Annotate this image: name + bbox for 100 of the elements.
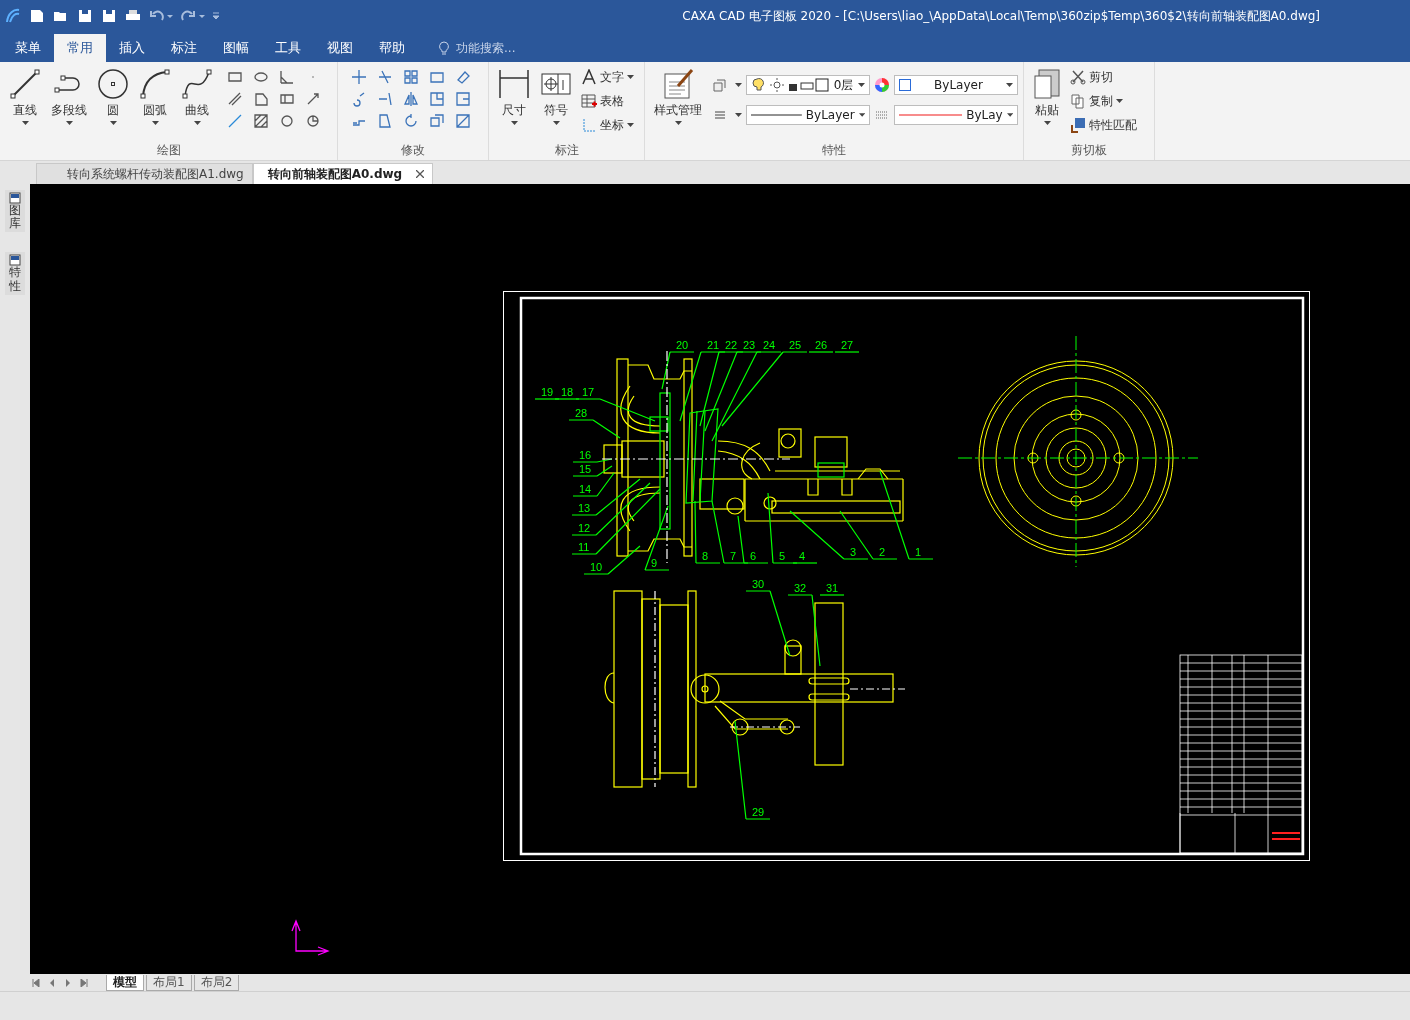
copy-icon	[1070, 93, 1086, 109]
part-number: 8	[702, 550, 709, 562]
save-all-icon[interactable]	[100, 7, 118, 25]
close-icon[interactable]	[416, 170, 425, 178]
side-panel-tab[interactable]: 图库	[5, 190, 25, 233]
previous-page-icon[interactable]	[48, 978, 56, 987]
layer-state-icon	[751, 77, 829, 93]
group-title: 特性	[821, 142, 847, 159]
lineweight-dropdown[interactable]: ByLay	[894, 105, 1018, 125]
lightbulb-icon	[438, 41, 450, 55]
ribbon-tab[interactable]: 图幅	[210, 34, 262, 62]
part-number: 9	[651, 557, 658, 569]
line-sample-icon	[751, 113, 802, 117]
ribbon-tab[interactable]: 菜单	[2, 34, 54, 62]
part-number: 2	[879, 546, 886, 558]
layout-tab[interactable]: 布局1	[146, 974, 192, 991]
caret-icon	[1043, 121, 1051, 125]
layout-tab[interactable]: 布局2	[193, 974, 240, 991]
part-number: 11	[578, 541, 590, 553]
save-icon[interactable]	[76, 7, 94, 25]
ribbon-tab[interactable]: 插入	[106, 34, 158, 62]
ribbon-tab[interactable]: 帮助	[366, 34, 418, 62]
caret-icon	[1006, 113, 1013, 117]
symbol-button[interactable]: 符号	[537, 66, 575, 142]
part-number: 15	[579, 463, 592, 475]
letter-icon	[581, 69, 597, 85]
draw-tool-button[interactable]: 圆弧	[136, 66, 174, 142]
style-manager-button[interactable]: 样式管理	[651, 66, 705, 142]
last-page-icon[interactable]	[80, 978, 88, 987]
color-wheel-icon[interactable]	[874, 77, 890, 93]
part-number: 18	[561, 386, 574, 398]
part-number: 5	[779, 550, 786, 562]
part-number: 23	[743, 339, 756, 351]
linetype-dropdown[interactable]: ByLayer	[746, 105, 870, 125]
feature-search-field[interactable]: 功能搜索...	[456, 39, 516, 57]
window-title: CAXA CAD 电子图板 2020 - [C:\Users\liao_\AppData\Local\Temp\360zip$Temp\360$2\转向前轴装配图A0.dwg]	[682, 7, 1320, 25]
caret-icon	[193, 121, 201, 125]
properties-icon	[9, 254, 21, 267]
ribbon-tab[interactable]: 视图	[314, 34, 366, 62]
ribbon-tab[interactable]: 常用	[54, 34, 106, 62]
caret-icon	[735, 113, 742, 117]
drawing-canvas[interactable]: 20 21 22 23 24 25 26 27 19 18 17 28 16 15 14 13 12 11 10 9 8 7 6 5 4 3 2 1 30 32 31 29	[30, 184, 1410, 974]
caret-icon	[858, 113, 865, 117]
curve-icon	[181, 68, 213, 100]
draw-tool-button[interactable]: 直线	[6, 66, 44, 142]
customize-toolbar-icon[interactable]	[212, 12, 220, 20]
clipboard-icon	[1033, 68, 1061, 100]
paste-button[interactable]: 粘贴	[1030, 66, 1064, 142]
dimension-icon	[498, 68, 530, 100]
draw-tool-button[interactable]: 曲线	[178, 66, 216, 142]
caret-icon	[627, 123, 634, 127]
part-number: 20	[676, 339, 689, 351]
group-title: 绘图	[155, 142, 182, 159]
part-number: 19	[541, 386, 554, 398]
ribbon-tab[interactable]: 工具	[262, 34, 314, 62]
draw-tool-button[interactable]: 圆	[94, 66, 132, 142]
group-title: 修改	[400, 142, 426, 159]
caret-icon	[552, 121, 560, 125]
draw-tool-button[interactable]: 多段线	[48, 66, 90, 142]
part-number: 21	[707, 339, 720, 351]
caret-icon	[109, 121, 117, 125]
ucs-axes-icon	[291, 919, 330, 956]
new-file-icon[interactable]	[28, 7, 46, 25]
document-tab[interactable]: 转向系统螺杆传动装配图A1.dwg	[36, 163, 253, 184]
document-brush-icon	[662, 68, 694, 100]
part-number: 7	[730, 550, 737, 562]
part-number: 4	[799, 550, 806, 562]
table-icon	[581, 93, 597, 109]
caret-icon	[627, 75, 634, 79]
app-logo-icon[interactable]	[4, 7, 22, 25]
color-swatch-icon	[899, 79, 911, 91]
part-number: 31	[826, 582, 839, 594]
color-dropdown[interactable]: ByLayer	[894, 75, 1018, 95]
caret-icon	[1116, 99, 1123, 103]
layer-dropdown[interactable]: 0层	[746, 75, 870, 95]
dimension-button[interactable]: 尺寸	[495, 66, 533, 142]
annotate-tool-button[interactable]: 坐标	[579, 114, 636, 136]
annotate-tool-button[interactable]: 表格	[579, 90, 636, 112]
clipboard-tool-button[interactable]: 复制	[1068, 90, 1139, 112]
side-panel-tab[interactable]: 特性	[5, 252, 25, 295]
part-number: 17	[582, 386, 595, 398]
arc-icon	[139, 68, 171, 100]
clipboard-tool-button[interactable]: 特性匹配	[1068, 114, 1139, 136]
part-number: 32	[794, 582, 807, 594]
part-number: 26	[815, 339, 828, 351]
document-tab[interactable]: 转向前轴装配图A0.dwg	[252, 163, 434, 184]
part-number: 28	[575, 407, 588, 419]
caret-icon	[65, 121, 73, 125]
caret-icon	[151, 121, 159, 125]
line-sample-icon	[899, 113, 963, 117]
annotate-tool-button[interactable]: 文字	[579, 66, 636, 88]
first-page-icon[interactable]	[32, 978, 40, 987]
ribbon-tab[interactable]: 标注	[158, 34, 210, 62]
caret-icon	[510, 121, 518, 125]
clipboard-tool-button[interactable]: 剪切	[1068, 66, 1139, 88]
layout-tab[interactable]: 模型	[106, 974, 144, 991]
part-number: 27	[841, 339, 854, 351]
next-page-icon[interactable]	[64, 978, 72, 987]
library-icon	[9, 192, 21, 204]
part-number: 16	[579, 449, 592, 461]
